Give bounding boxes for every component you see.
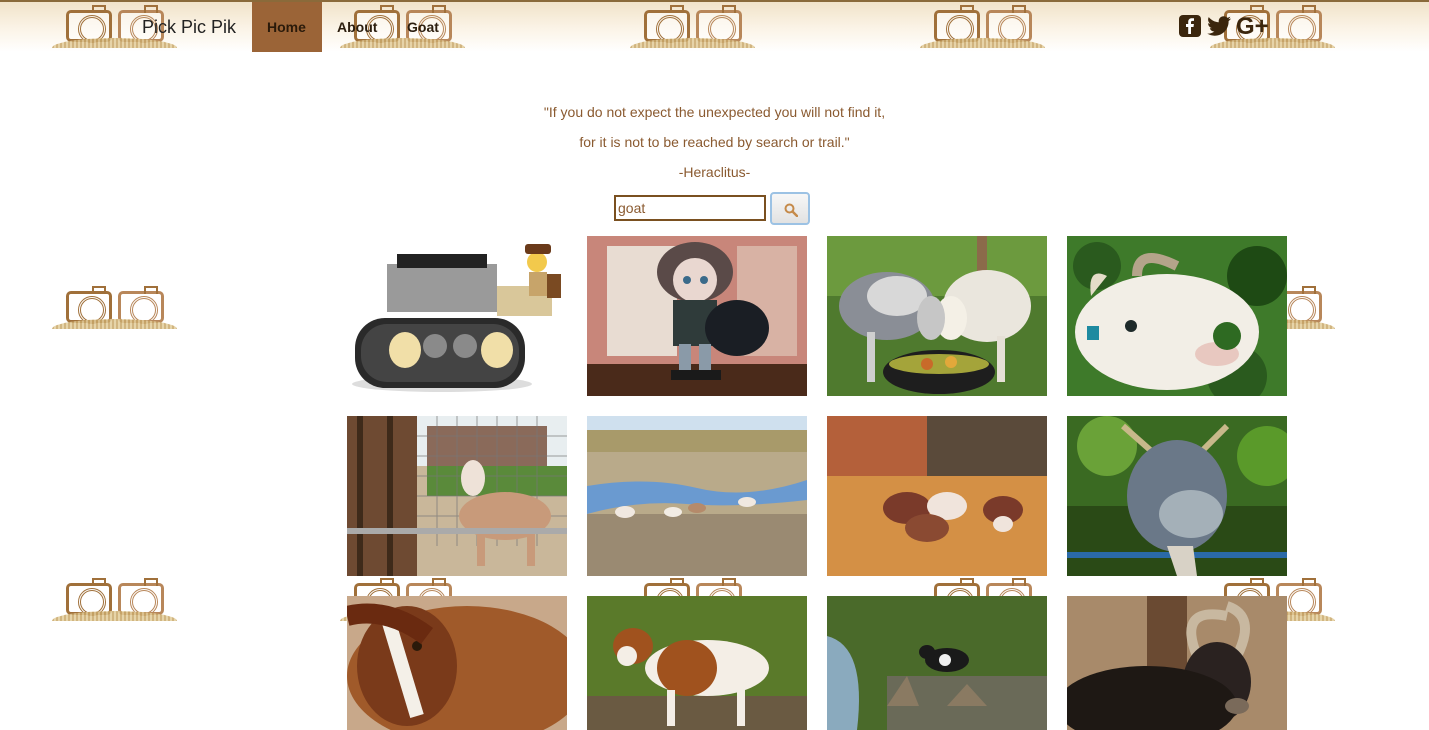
result-image-two-goats-eating[interactable] — [827, 236, 1047, 396]
result-image-baby-goats-in-hay[interactable] — [827, 416, 1047, 576]
nav-home[interactable]: Home — [252, 2, 322, 52]
camera-watermark-icon — [52, 283, 177, 329]
camera-watermark-icon — [630, 2, 755, 48]
result-image-brown-goat-closeup[interactable] — [347, 596, 567, 730]
quote-author: -Heraclitus- — [678, 164, 751, 180]
camera-watermark-icon — [920, 2, 1045, 48]
result-image-goat-portrait[interactable] — [1067, 416, 1287, 576]
nav-about[interactable]: About — [322, 2, 392, 52]
result-image-horned-black-goat[interactable] — [1067, 596, 1287, 730]
nav-goat[interactable]: Goat — [392, 2, 454, 52]
result-image-goat-behind-fence[interactable] — [347, 416, 567, 576]
search-icon — [784, 203, 798, 217]
search-input[interactable] — [614, 195, 766, 221]
result-image-doll[interactable] — [587, 236, 807, 396]
twitter-icon[interactable] — [1206, 14, 1232, 44]
quote-line-1: "If you do not expect the unexpected you… — [543, 104, 886, 120]
search-button[interactable] — [770, 192, 810, 225]
result-image-goat-eating-leaves[interactable] — [1067, 236, 1287, 396]
result-image-brown-white-kid[interactable] — [587, 596, 807, 730]
quote-line-2: for it is not to be reached by search or… — [579, 134, 850, 150]
top-navbar: Pick Pic Pik Home About Goat G+ — [0, 0, 1429, 52]
result-image-goats-by-water[interactable] — [587, 416, 807, 576]
camera-watermark-icon — [52, 575, 177, 621]
google-plus-icon[interactable]: G+ — [1236, 13, 1269, 41]
brand-link[interactable]: Pick Pic Pik — [142, 17, 236, 38]
facebook-icon[interactable] — [1178, 14, 1202, 44]
result-image-black-goat-on-rocks[interactable] — [827, 596, 1047, 730]
result-image-lego-tractor[interactable] — [347, 236, 567, 396]
